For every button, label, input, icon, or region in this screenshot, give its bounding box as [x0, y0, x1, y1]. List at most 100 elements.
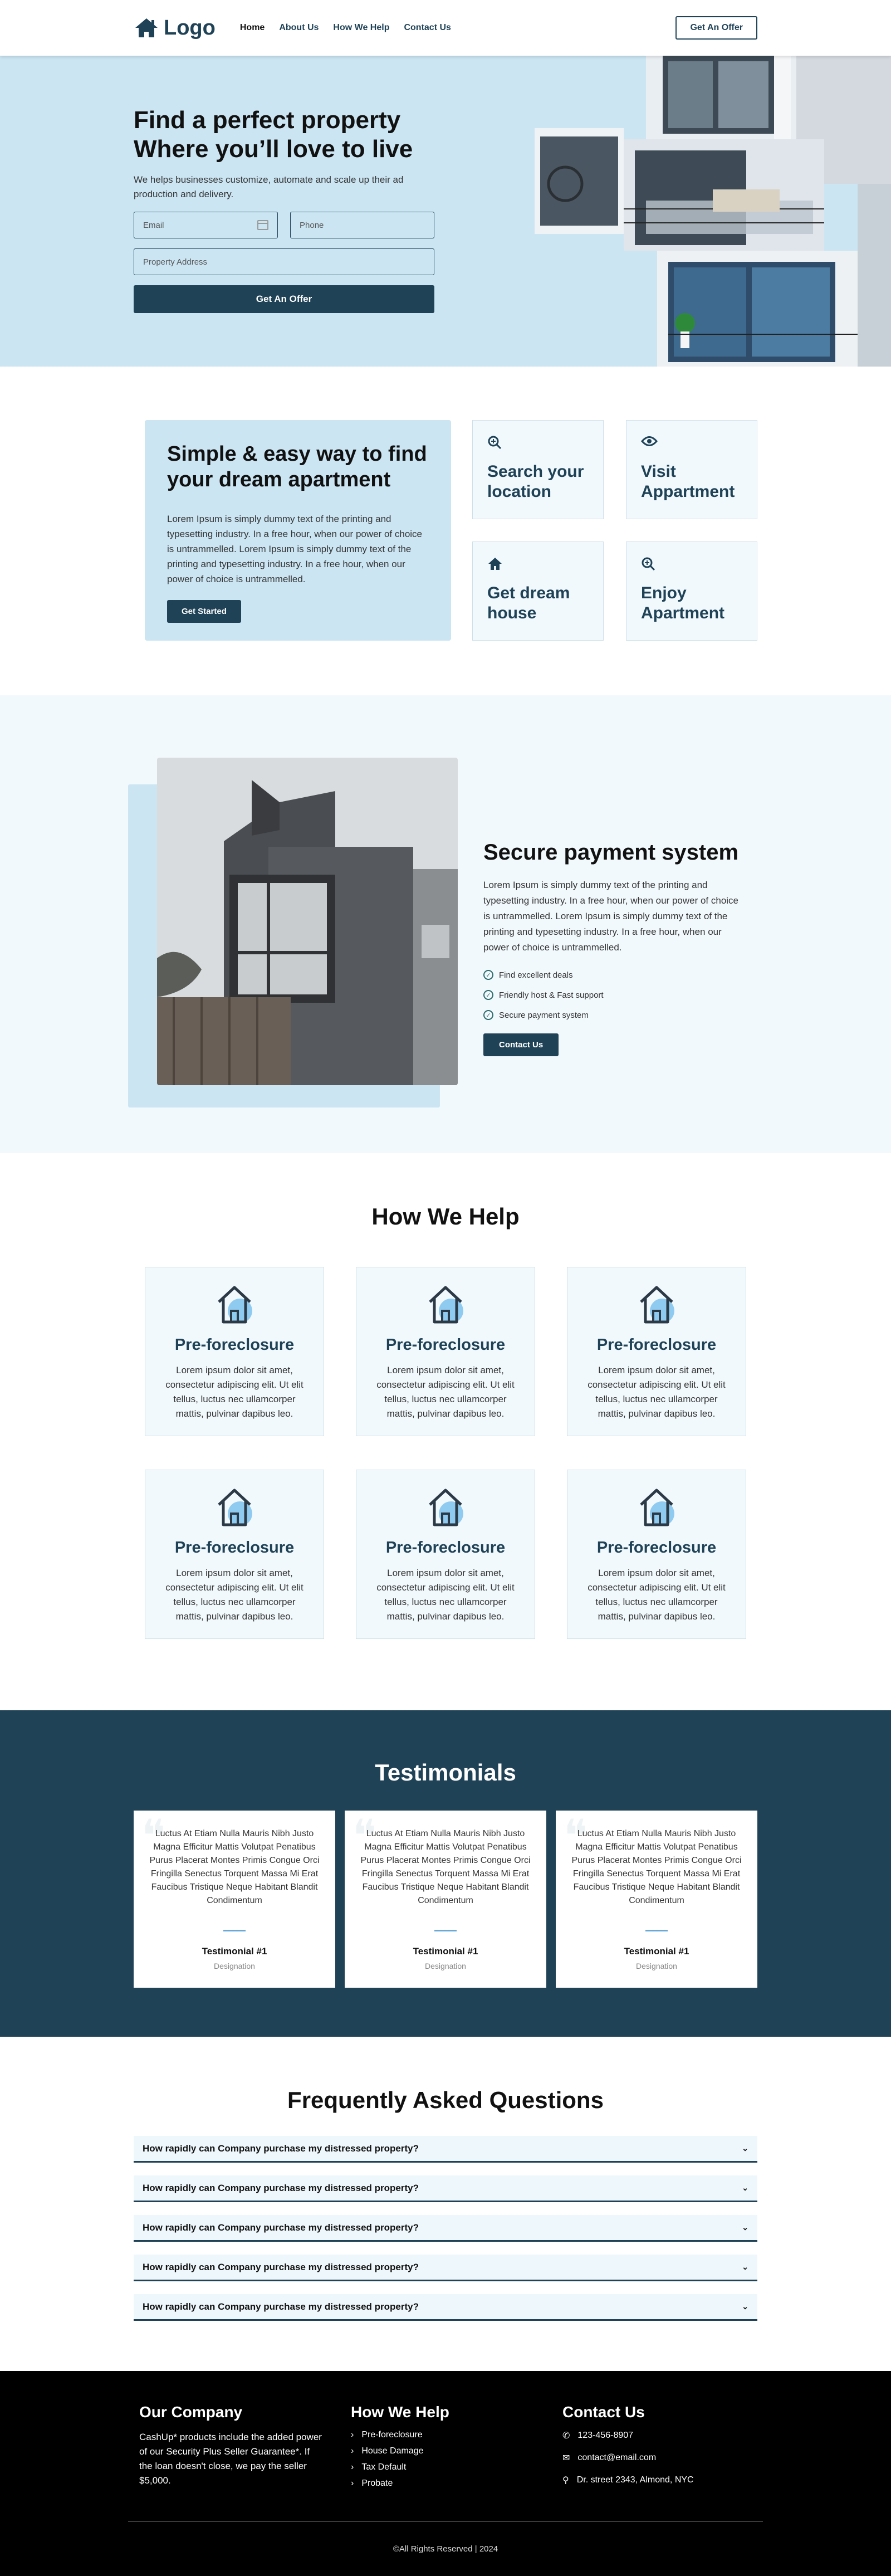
building-illustration [535, 56, 891, 367]
testimonial-name: Testimonial #1 [202, 1946, 267, 1957]
faq-item[interactable]: How rapidly can Company purchase my dist… [134, 2294, 757, 2321]
home-icon [135, 18, 158, 37]
house-icon [218, 1489, 252, 1526]
footer-contact-title: Contact Us [562, 2403, 645, 2421]
faq-item[interactable]: How rapidly can Company purchase my dist… [134, 2255, 757, 2281]
testimonial-designation: Designation [636, 1962, 677, 1970]
check-label: Secure payment system [499, 1010, 589, 1020]
footer-link[interactable]: › Pre-foreclosure [351, 2430, 562, 2440]
nav-about-us[interactable]: About Us [279, 23, 319, 33]
feature-card-visit-appartment[interactable]: Visit Appartment [626, 420, 757, 519]
help-card-title: Pre-foreclosure [596, 1539, 717, 1557]
address-text: Dr. street 2343, Almond, NYC [576, 2475, 694, 2485]
faq-question: How rapidly can Company purchase my dist… [143, 2301, 419, 2312]
chevron-right-icon: › [351, 2462, 354, 2472]
check-circle-icon: ✓ [483, 970, 493, 980]
footer-email[interactable]: ✉ contact@email.com [562, 2452, 763, 2463]
feature-grid: Search your location Visit Appartment Ge… [472, 420, 757, 641]
help-card[interactable]: Pre-foreclosure Lorem ipsum dolor sit am… [567, 1267, 746, 1436]
phone-placeholder: Phone [300, 220, 324, 230]
testimonial-name: Testimonial #1 [413, 1946, 478, 1957]
feature-checklist: ✓ Find excellent deals ✓ Friendly host & F… [483, 970, 745, 1020]
help-card[interactable]: Pre-foreclosure Lorem ipsum dolor sit am… [145, 1267, 324, 1436]
logo[interactable]: Logo [134, 16, 216, 40]
how-we-help-section: How We Help Pre-foreclosure Lorem ipsum … [0, 1153, 891, 1710]
chevron-right-icon: › [351, 2430, 354, 2440]
help-grid: Pre-foreclosure Lorem ipsum dolor sit am… [145, 1267, 746, 1639]
nav-contact-us[interactable]: Contact Us [404, 23, 451, 33]
nav-how-we-help[interactable]: How We Help [333, 23, 389, 33]
simple-title: Simple & easy way to find your dream apa… [167, 442, 427, 491]
footer-company-title: Our Company [139, 2403, 243, 2421]
testimonial-text: Luctus At Etiam Nulla Mauris Nibh Justo … [360, 1829, 531, 1905]
faq-question: How rapidly can Company purchase my dist… [143, 2261, 419, 2272]
testimonials-section: Testimonials ❝ Luctus At Etiam Nulla Mau… [0, 1710, 891, 2037]
footer-link-label: Probate [361, 2479, 393, 2488]
house-icon [429, 1489, 463, 1526]
home-icon [487, 557, 589, 572]
footer-divider [128, 2521, 763, 2522]
nav-home[interactable]: Home [240, 23, 265, 33]
get-offer-button[interactable]: Get An Offer [675, 16, 757, 40]
footer-link[interactable]: › Tax Default [351, 2462, 562, 2472]
help-card[interactable]: Pre-foreclosure Lorem ipsum dolor sit am… [567, 1470, 746, 1639]
feature-label: Get dream house [487, 584, 570, 622]
feature-label: Visit Appartment [641, 462, 735, 501]
testimonial-card: ❝ Luctus At Etiam Nulla Mauris Nibh Just… [134, 1811, 335, 1988]
help-card-title: Pre-foreclosure [174, 1539, 295, 1557]
feature-card-get-dream-house[interactable]: Get dream house [472, 541, 604, 641]
feature-label: Search your location [487, 462, 584, 501]
footer-company-text: CashUp* products include the added power… [139, 2432, 322, 2486]
email-field[interactable]: Email [134, 212, 278, 238]
divider [645, 1930, 668, 1931]
main-nav: Home About Us How We Help Contact Us [240, 23, 451, 33]
footer-link[interactable]: › Probate [351, 2479, 562, 2489]
faq-item[interactable]: How rapidly can Company purchase my dist… [134, 2215, 757, 2242]
secure-title: Secure payment system [483, 840, 739, 865]
chevron-down-icon: ⌄ [742, 2183, 748, 2192]
contact-us-button[interactable]: Contact Us [483, 1033, 559, 1056]
help-card-text: Lorem ipsum dolor sit amet, consectetur … [376, 1568, 515, 1622]
simple-text: Lorem Ipsum is simply dummy text of the … [167, 514, 423, 584]
faq-item[interactable]: How rapidly can Company purchase my dist… [134, 2136, 757, 2163]
feature-card-enjoy-apartment[interactable]: Enjoy Apartment [626, 541, 757, 641]
check-circle-icon: ✓ [483, 990, 493, 1000]
testimonial-card: ❝ Luctus At Etiam Nulla Mauris Nibh Just… [556, 1811, 757, 1988]
faq-question: How rapidly can Company purchase my dist… [143, 2222, 419, 2233]
hero-title: Find a perfect property Where you’ll lov… [134, 106, 446, 164]
footer-phone[interactable]: ✆ 123-456-8907 [562, 2430, 763, 2441]
faq-question: How rapidly can Company purchase my dist… [143, 2182, 419, 2193]
help-card[interactable]: Pre-foreclosure Lorem ipsum dolor sit am… [356, 1267, 535, 1436]
check-label: Find excellent deals [499, 970, 573, 980]
help-title: How We Help [371, 1203, 520, 1230]
faq-item[interactable]: How rapidly can Company purchase my dist… [134, 2175, 757, 2202]
check-circle-icon: ✓ [483, 1010, 493, 1020]
phone-field[interactable]: Phone [290, 212, 434, 238]
get-started-button[interactable]: Get Started [167, 600, 241, 623]
site-header: Logo Home About Us How We Help Contact U… [0, 0, 891, 56]
footer-help-title: How We Help [351, 2403, 449, 2421]
testimonial-card: ❝ Luctus At Etiam Nulla Mauris Nibh Just… [345, 1811, 546, 1988]
help-card[interactable]: Pre-foreclosure Lorem ipsum dolor sit am… [145, 1470, 324, 1639]
help-card-text: Lorem ipsum dolor sit amet, consectetur … [588, 1568, 726, 1622]
help-card[interactable]: Pre-foreclosure Lorem ipsum dolor sit am… [356, 1470, 535, 1639]
feature-card-search-location[interactable]: Search your location [472, 420, 604, 519]
divider [223, 1930, 246, 1931]
phone-icon: ✆ [562, 2431, 570, 2441]
hero-section: Find a perfect property Where you’ll lov… [0, 56, 891, 367]
footer-company: Our Company CashUp* products include the… [139, 2403, 351, 2497]
testimonials-title: Testimonials [375, 1759, 516, 1785]
map-pin-icon: ⚲ [562, 2476, 569, 2485]
check-item: ✓ Find excellent deals [483, 970, 745, 980]
envelope-icon: ✉ [562, 2453, 570, 2463]
footer-link[interactable]: › House Damage [351, 2446, 562, 2456]
house-icon [640, 1489, 674, 1526]
simple-card: Simple & easy way to find your dream apa… [145, 420, 451, 641]
help-card-text: Lorem ipsum dolor sit amet, consectetur … [376, 1365, 515, 1419]
check-item: ✓ Secure payment system [483, 1010, 745, 1020]
secure-section: Secure payment system Lorem Ipsum is sim… [0, 695, 891, 1153]
email-placeholder: Email [143, 220, 164, 230]
address-field[interactable]: Property Address [134, 248, 434, 275]
hero-subtitle: We helps businesses customize, automate … [134, 174, 404, 199]
hero-submit-button[interactable]: Get An Offer [134, 285, 434, 313]
